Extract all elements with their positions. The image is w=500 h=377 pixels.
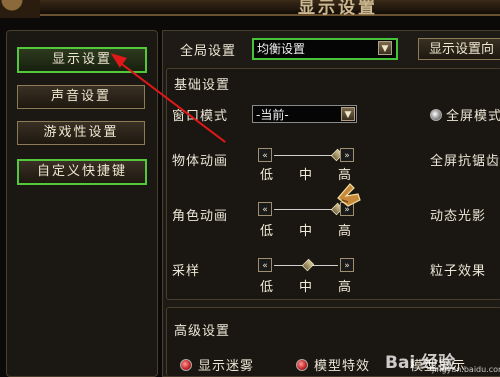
decrease-icon[interactable]: « bbox=[258, 258, 272, 272]
title-ornament bbox=[0, 0, 40, 18]
increase-icon[interactable]: » bbox=[340, 148, 354, 162]
model-fx-label: 模型特效 bbox=[314, 359, 371, 374]
window-mode-value: -当前- bbox=[256, 108, 289, 122]
sidebar-item-sound[interactable]: 声音设置 bbox=[17, 85, 145, 109]
character-animation-ticks: 低 中 高 bbox=[258, 220, 358, 239]
fog-label: 显示迷雾 bbox=[198, 359, 255, 374]
tick-low: 低 bbox=[260, 168, 274, 183]
global-settings-select[interactable]: 均衡设置 ▼ bbox=[252, 38, 398, 60]
character-animation-label: 角色动画 bbox=[172, 209, 229, 224]
chevron-down-icon[interactable]: ▼ bbox=[341, 107, 355, 121]
object-animation-ticks: 低 中 高 bbox=[258, 164, 358, 183]
decrease-icon[interactable]: « bbox=[258, 148, 272, 162]
object-animation-label: 物体动画 bbox=[172, 154, 229, 169]
tick-mid: 中 bbox=[299, 168, 313, 183]
sampling-slider[interactable]: « » bbox=[258, 256, 354, 274]
tick-low: 低 bbox=[260, 280, 274, 295]
slider-knob[interactable] bbox=[301, 258, 315, 272]
window-title: 显示设置 bbox=[298, 0, 378, 18]
tab-display-settings[interactable]: 显示设置向 bbox=[418, 38, 500, 60]
fullscreen-label: 全屏模式 bbox=[446, 109, 500, 124]
fullscreen-aa-label: 全屏抗锯齿 bbox=[430, 154, 500, 169]
particle-effects-label: 粒子效果 bbox=[430, 264, 487, 279]
advanced-settings-title: 高级设置 bbox=[174, 324, 231, 339]
tick-high: 高 bbox=[338, 224, 352, 239]
watermark-url: jingyan.baidu.com bbox=[432, 365, 500, 374]
increase-icon[interactable]: » bbox=[340, 258, 354, 272]
tick-mid: 中 bbox=[299, 280, 313, 295]
slider-track bbox=[274, 155, 338, 156]
sampling-ticks: 低 中 高 bbox=[258, 276, 358, 295]
tick-high: 高 bbox=[338, 280, 352, 295]
title-bar: 显示设置 bbox=[0, 0, 500, 18]
object-animation-slider[interactable]: « » bbox=[258, 146, 354, 164]
sampling-label: 采样 bbox=[172, 264, 201, 279]
dynamic-light-label: 动态光影 bbox=[430, 209, 487, 224]
chevron-down-icon[interactable]: ▼ bbox=[378, 41, 392, 55]
sidebar-item-hotkeys[interactable]: 自定义快捷键 bbox=[17, 159, 147, 185]
global-settings-label: 全局设置 bbox=[180, 44, 237, 59]
fog-radio[interactable] bbox=[180, 359, 192, 371]
tick-mid: 中 bbox=[299, 224, 313, 239]
hand-cursor-icon bbox=[337, 183, 361, 207]
slider-track bbox=[274, 209, 338, 210]
decrease-icon[interactable]: « bbox=[258, 202, 272, 216]
global-settings-value: 均衡设置 bbox=[257, 42, 306, 56]
window-mode-select[interactable]: -当前- ▼ bbox=[252, 105, 357, 123]
basic-settings-title: 基础设置 bbox=[174, 78, 231, 93]
model-fx-radio[interactable] bbox=[296, 359, 308, 371]
sidebar-item-gameplay[interactable]: 游戏性设置 bbox=[17, 121, 145, 145]
tick-low: 低 bbox=[260, 224, 274, 239]
sidebar: 显示设置 声音设置 游戏性设置 自定义快捷键 bbox=[6, 30, 158, 377]
fullscreen-radio[interactable] bbox=[430, 109, 442, 121]
